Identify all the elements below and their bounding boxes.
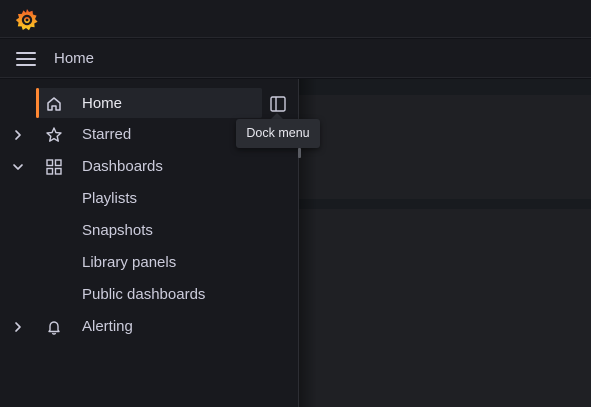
- chevron-right-icon[interactable]: [12, 321, 24, 333]
- bell-icon: [48, 321, 60, 335]
- hamburger-line: [16, 58, 36, 60]
- sidebar-item-home[interactable]: Home: [0, 79, 298, 118]
- dashboard-panel: [299, 209, 591, 407]
- chevron-down-icon[interactable]: [12, 161, 24, 173]
- main-content: [299, 79, 591, 407]
- sidebar-item-alerting[interactable]: Alerting: [0, 311, 298, 343]
- sidebar-subitem-snapshots[interactable]: Snapshots: [82, 222, 153, 239]
- dock-menu-icon[interactable]: [268, 94, 288, 114]
- grafana-logo-icon[interactable]: [14, 7, 40, 33]
- dock-menu-tooltip: Dock menu: [236, 119, 320, 148]
- breadcrumb[interactable]: Home: [54, 50, 94, 67]
- hamburger-line: [16, 64, 36, 66]
- active-indicator: [36, 88, 39, 118]
- star-icon: [46, 127, 62, 142]
- sidebar-item-label: Alerting: [82, 318, 133, 335]
- active-item-background: [36, 88, 262, 118]
- top-bar: [0, 0, 591, 38]
- scrollbar-handle[interactable]: [298, 148, 301, 158]
- sidebar-item-label: Home: [82, 95, 123, 112]
- chevron-right-icon[interactable]: [12, 129, 24, 141]
- sidebar-item-dashboards[interactable]: Dashboards: [0, 151, 298, 183]
- home-icon: [47, 97, 61, 111]
- dashboard-panel: [299, 95, 591, 199]
- apps-icon: [46, 159, 62, 175]
- sidebar-subitem-public-dashboards[interactable]: Public dashboards: [82, 286, 205, 303]
- sidebar-item-label: Dashboards: [82, 158, 163, 175]
- menu-toggle-button[interactable]: [16, 51, 36, 67]
- sidebar-subitem-playlists[interactable]: Playlists: [82, 190, 137, 207]
- sidebar-subitem-library-panels[interactable]: Library panels: [82, 254, 176, 271]
- hamburger-line: [16, 52, 36, 54]
- breadcrumb-bar: Home: [0, 39, 591, 78]
- sidebar-item-label: Starred: [82, 126, 132, 143]
